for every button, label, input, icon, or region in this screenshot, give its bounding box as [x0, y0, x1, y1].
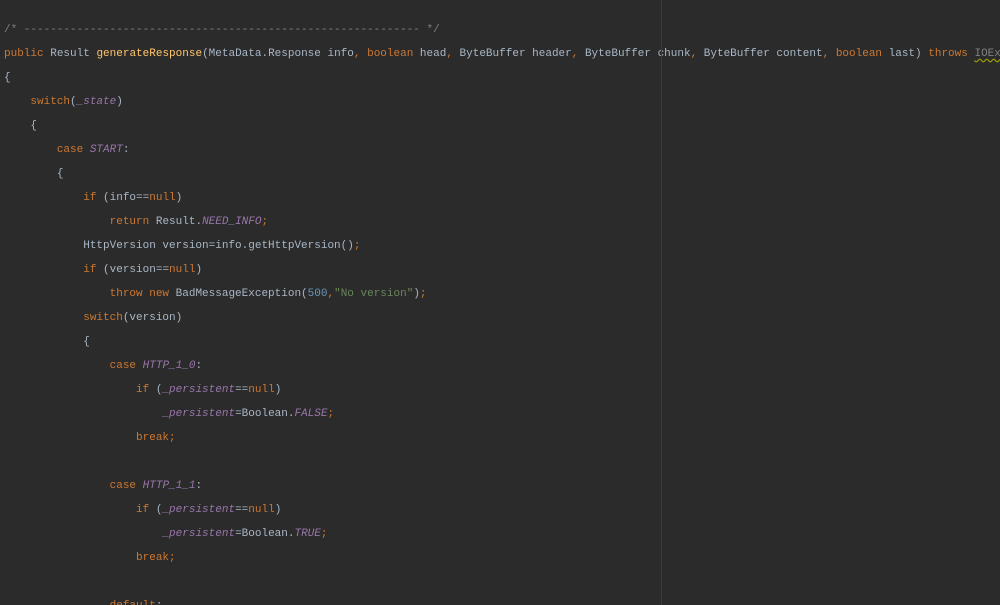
comment: /* -------------------------------------… — [4, 24, 440, 36]
method-signature: public Result generateResponse(MetaData.… — [4, 48, 996, 60]
code-editor[interactable]: /* -------------------------------------… — [0, 0, 1000, 605]
right-margin-guide — [661, 0, 662, 605]
ioexception-warning: IOException — [974, 48, 1000, 60]
